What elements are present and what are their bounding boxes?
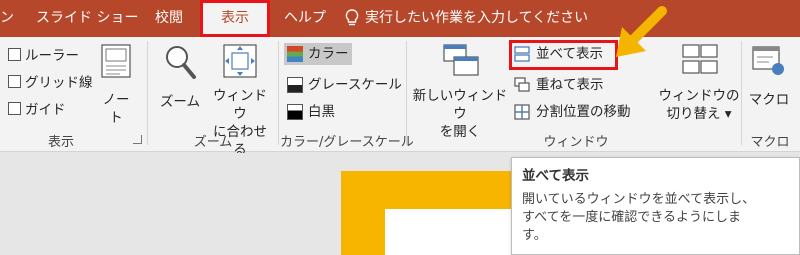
- tab-view[interactable]: 表示: [200, 0, 270, 37]
- group-label-color-grayscale: カラー/グレースケール: [280, 135, 414, 150]
- dialog-launcher-icon[interactable]: [133, 135, 142, 144]
- lightbulb-icon: [345, 9, 359, 26]
- pointer-arrow-icon: [616, 6, 667, 57]
- notes-icon: [101, 44, 131, 78]
- grayscale-swatch-icon: [287, 77, 303, 93]
- checkbox-icon: [8, 102, 21, 115]
- group-label-macro: マクロ: [750, 135, 790, 150]
- black-white-button[interactable]: 白黒: [284, 101, 335, 123]
- gridlines-checkbox[interactable]: グリッド線: [8, 72, 93, 94]
- grayscale-button[interactable]: グレースケール: [284, 74, 402, 96]
- group-label-show: 表示: [47, 135, 74, 150]
- cascade-button[interactable]: 重ねて表示: [512, 74, 604, 96]
- grayscale-label: グレースケール: [308, 77, 402, 93]
- zoom-button[interactable]: ズーム: [152, 43, 208, 129]
- macros-button[interactable]: マクロ: [745, 43, 793, 129]
- magnifier-icon: [166, 46, 196, 79]
- cascade-icon: [514, 77, 530, 92]
- group-separator: [147, 41, 148, 145]
- ruler-checkbox[interactable]: ルーラー: [8, 45, 79, 67]
- gridlines-label: グリッド線: [25, 75, 93, 91]
- arrange-all-highlight: [509, 40, 618, 70]
- move-split-label: 分割位置の移動: [536, 104, 631, 120]
- cascade-label: 重ねて表示: [536, 77, 604, 93]
- tooltip-title: 並べて表示: [522, 168, 589, 184]
- zoom-label: ズーム: [159, 94, 201, 110]
- black-white-label: 白黒: [308, 104, 335, 120]
- new-window-button[interactable]: 新しいウィンドウ を開く: [410, 43, 510, 140]
- black-white-swatch-icon: [287, 104, 303, 120]
- color-button[interactable]: カラー: [284, 43, 352, 65]
- group-separator: [406, 41, 407, 145]
- fit-window-icon: [223, 44, 257, 78]
- color-label: カラー: [308, 46, 349, 62]
- macros-label: マクロ: [748, 92, 790, 108]
- tell-me-box[interactable]: 実行したい作業を入力してください: [344, 0, 588, 37]
- tell-me-text: 実行したい作業を入力してください: [365, 10, 589, 26]
- move-split-icon: [514, 104, 530, 120]
- ribbon: ルーラー グリッド線 ガイド ノー ト 表示 ズーム ウィンドウ に合わせる ズ…: [0, 37, 800, 158]
- checkbox-icon: [8, 75, 21, 88]
- tab-design-partial[interactable]: ン: [0, 0, 14, 37]
- tab-help[interactable]: ヘルプ: [284, 0, 326, 37]
- switch-windows-label: ウィンドウの 切り替え ▾: [658, 88, 740, 122]
- macro-icon: [752, 46, 784, 75]
- tab-review[interactable]: 校閲: [155, 0, 183, 37]
- group-label-window: ウィンドウ: [543, 135, 609, 150]
- fit-to-window-button[interactable]: ウィンドウ に合わせる: [207, 43, 273, 158]
- group-separator: [741, 41, 742, 145]
- group-separator: [278, 41, 279, 145]
- move-split-button[interactable]: 分割位置の移動: [512, 101, 631, 123]
- notes-label: ノー ト: [102, 92, 130, 126]
- color-swatch-icon: [287, 46, 303, 62]
- guides-label: ガイド: [25, 102, 66, 118]
- checkbox-icon: [8, 48, 21, 61]
- switch-windows-icon: [682, 44, 718, 74]
- arrange-all-tooltip: 並べて表示 開いているウィンドウを並べて表示し、 すべてを一度に確認できるように…: [511, 157, 800, 255]
- group-label-zoom: ズーム: [193, 135, 233, 150]
- notes-button[interactable]: ノー ト: [92, 43, 140, 129]
- tab-slideshow[interactable]: スライド ショー: [36, 0, 138, 37]
- ruler-label: ルーラー: [25, 48, 79, 64]
- guides-checkbox[interactable]: ガイド: [8, 99, 66, 121]
- new-window-icon: [443, 44, 479, 76]
- ribbon-tab-bar: ン スライド ショー 校閲 表示 ヘルプ 実行したい作業を入力してください: [0, 0, 800, 37]
- tooltip-body: 開いているウィンドウを並べて表示し、 すべてを一度に確認できるようにしま す。: [522, 192, 756, 243]
